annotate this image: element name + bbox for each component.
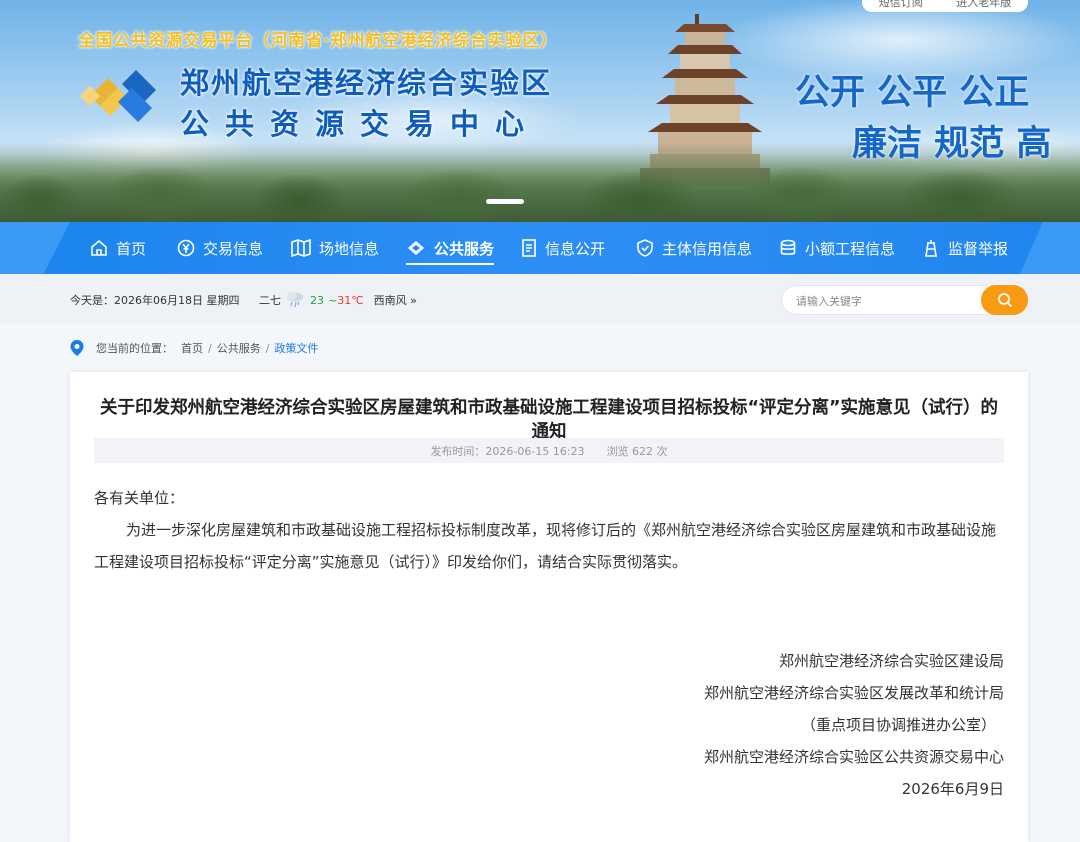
temp-high: 31℃ [337, 293, 364, 307]
main-nav: 首页 交易信息 场地信息 公共服务 信息公开 主体信用信息 小额工程信息 监督举… [0, 222, 1080, 274]
elder-mode-link[interactable]: 进入老年版 [956, 0, 1011, 10]
publish-time: 发布时间：2026-06-15 16:23 [430, 444, 585, 458]
nav-trade-info[interactable]: 交易信息 [177, 222, 263, 274]
search-box [781, 285, 1028, 315]
search-button[interactable] [981, 285, 1028, 315]
article-title: 关于印发郑州航空港经济综合实验区房屋建筑和市政基础设施工程建设项目招标投标“评定… [100, 398, 998, 442]
breadcrumb-prefix: 您当前的位置： [96, 342, 173, 355]
signature-block: 郑州航空港经济综合实验区建设局 郑州航空港经济综合实验区发展改革和统计局 （重点… [704, 645, 1004, 805]
nav-label: 公共服务 [434, 239, 495, 258]
header-banner: 短信订阅 进入老年版 全国公共资源交易平台（河南省·郑州航空港经济综合实验区） … [0, 0, 1080, 222]
tower-icon [925, 240, 937, 257]
cloud-rain-icon [287, 292, 303, 308]
shield-icon [637, 239, 653, 257]
search-icon [997, 293, 1012, 308]
nav-credit-info[interactable]: 主体信用信息 [636, 222, 752, 274]
breadcrumb: 您当前的位置： 首页 / 公共服务 / 政策文件 [70, 340, 318, 356]
view-count: 浏览 622 次 [606, 444, 668, 458]
wind-direction[interactable]: 西南风 » [374, 292, 417, 308]
current-date: 今天是：2026年06月18日 星期四 [70, 294, 240, 307]
org-logo [80, 70, 156, 122]
slogan-line2: 廉洁 规范 高 [852, 124, 1052, 164]
nav-label: 首页 [116, 239, 147, 258]
location-pin-icon [70, 340, 84, 356]
article-card: 关于印发郑州航空港经济综合实验区房屋建筑和市政基础设施工程建设项目招标投标“评定… [70, 372, 1028, 842]
nav-right-accent [1020, 222, 1080, 274]
nav-label: 场地信息 [319, 239, 380, 258]
nav-left-accent [0, 222, 70, 274]
signature-line: （重点项目协调推进办公室） [800, 716, 996, 734]
temp-separator: ~ [328, 293, 338, 307]
nav-label: 小额工程信息 [805, 239, 896, 258]
breadcrumb-home[interactable]: 首页 [181, 340, 203, 356]
signature-line: 郑州航空港经济综合实验区建设局 [778, 652, 1004, 670]
search-input[interactable] [794, 292, 978, 310]
database-icon [780, 239, 796, 255]
carousel-indicator[interactable] [486, 199, 524, 204]
diamond-icon [408, 241, 424, 255]
sms-subscribe-link[interactable]: 短信订阅 [879, 0, 923, 10]
platform-tag: 全国公共资源交易平台（河南省·郑州航空港经济综合实验区） [78, 31, 558, 51]
nav-info-disclosure[interactable]: 信息公开 [521, 222, 605, 274]
top-utility-links: 短信订阅 进入老年版 [862, 0, 1028, 12]
nav-venue-info[interactable]: 场地信息 [291, 222, 379, 274]
breadcrumb-public-service[interactable]: 公共服务 [217, 340, 261, 356]
article-body: 各有关单位： 为进一步深化房屋建筑和市政基础设施工程招标投标制度改革，现将修订后… [94, 482, 1004, 578]
org-name-line1: 郑州航空港经济综合实验区 [180, 66, 553, 100]
home-icon [91, 239, 107, 256]
nav-label: 信息公开 [545, 239, 606, 258]
map-icon [291, 239, 311, 257]
info-bar: 今天是：2026年06月18日 星期四 二七 23 ~ 31℃ 西南风 » [0, 274, 1080, 324]
signature-line: 郑州航空港经济综合实验区公共资源交易中心 [703, 748, 1004, 766]
yen-icon [177, 239, 195, 257]
signature-date: 2026年6月9日 [901, 780, 1004, 798]
nav-small-projects[interactable]: 小额工程信息 [779, 222, 895, 274]
weather-location: 二七 [259, 294, 281, 307]
slogan-line1: 公开 公平 公正 [795, 73, 1030, 113]
breadcrumb-separator: / [265, 341, 270, 355]
document-icon [522, 239, 536, 257]
signature-line: 郑州航空港经济综合实验区发展改革和统计局 [703, 684, 1004, 702]
nav-home[interactable]: 首页 [90, 222, 146, 274]
nav-label: 监督举报 [948, 239, 1009, 258]
nav-public-service[interactable]: 公共服务 [406, 222, 495, 274]
salutation: 各有关单位： [94, 489, 185, 507]
article-meta: 发布时间：2026-06-15 16:23 浏览 622 次 [94, 438, 1004, 463]
temp-low: 23 [310, 293, 324, 307]
nav-supervision[interactable]: 监督举报 [922, 222, 1008, 274]
breadcrumb-separator: / [208, 341, 212, 355]
org-name-line2: 公共资源交易中心 [180, 107, 541, 141]
nav-label: 主体信用信息 [662, 239, 753, 258]
nav-label: 交易信息 [203, 239, 264, 258]
body-paragraph: 为进一步深化房屋建筑和市政基础设施工程招标投标制度改革，现将修订后的《郑州航空港… [94, 521, 997, 571]
breadcrumb-current[interactable]: 政策文件 [274, 340, 318, 356]
weather-widget: 二七 23 ~ 31℃ 西南风 » [259, 290, 417, 310]
